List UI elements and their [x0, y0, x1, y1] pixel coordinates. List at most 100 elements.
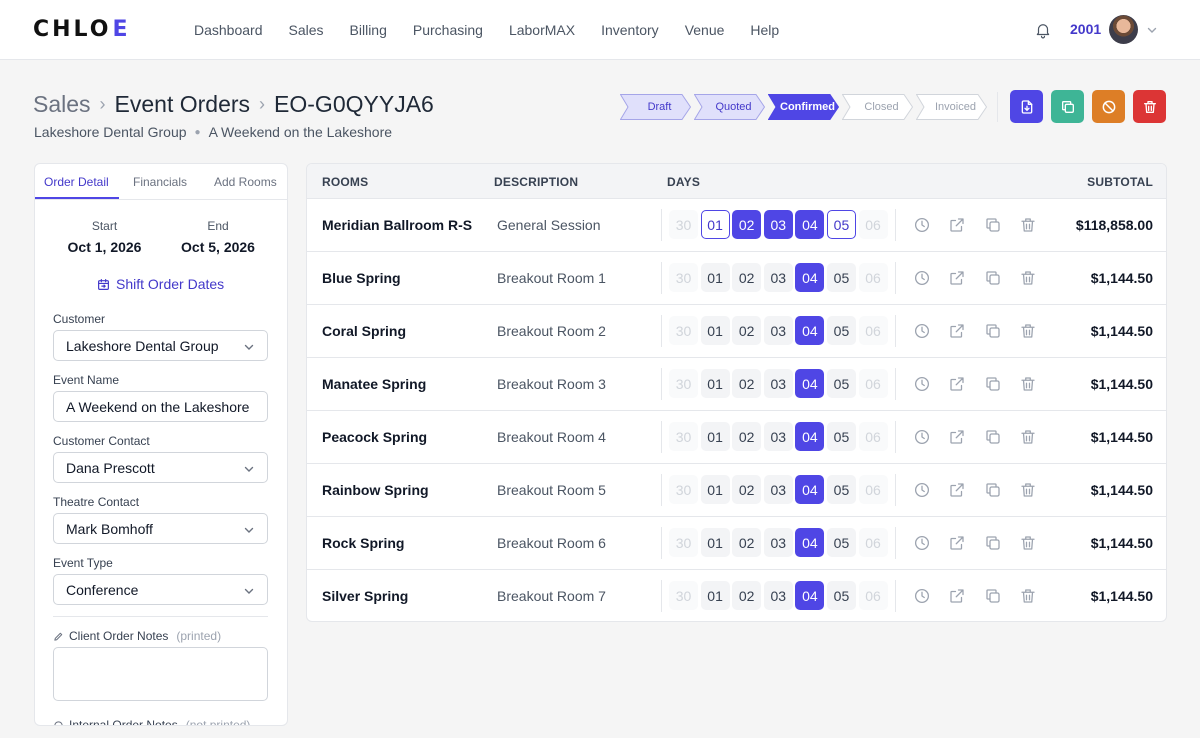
day-toggle[interactable]: 01 — [700, 422, 730, 451]
client-notes-textarea[interactable] — [53, 647, 268, 701]
day-toggle[interactable]: 30 — [669, 210, 698, 239]
event-type-select[interactable]: Conference — [53, 574, 268, 605]
day-toggle[interactable]: 02 — [732, 422, 762, 451]
day-toggle[interactable]: 02 — [732, 581, 762, 610]
external-link-icon[interactable] — [948, 587, 966, 605]
room-name[interactable]: Blue Spring — [322, 270, 401, 286]
day-toggle[interactable]: 30 — [669, 581, 698, 610]
nav-sales[interactable]: Sales — [289, 22, 324, 38]
status-step-quoted[interactable]: Quoted — [694, 94, 765, 120]
day-toggle[interactable]: 01 — [700, 528, 730, 557]
nav-labormax[interactable]: LaborMAX — [509, 22, 575, 38]
day-toggle[interactable]: 05 — [826, 528, 856, 557]
external-link-icon[interactable] — [948, 375, 966, 393]
customer-select[interactable]: Lakeshore Dental Group — [53, 330, 268, 361]
day-toggle[interactable]: 04 — [795, 528, 825, 557]
day-toggle[interactable]: 01 — [700, 369, 730, 398]
history-icon[interactable] — [913, 322, 931, 340]
bell-icon[interactable] — [1034, 21, 1052, 39]
day-toggle[interactable]: 06 — [858, 263, 888, 292]
copy-icon[interactable] — [984, 269, 1002, 287]
tab-financials[interactable]: Financials — [133, 175, 187, 189]
user-id[interactable]: 2001 — [1070, 21, 1101, 37]
day-toggle[interactable]: 01 — [700, 475, 730, 504]
history-icon[interactable] — [913, 587, 931, 605]
trash-icon[interactable] — [1019, 428, 1037, 446]
day-toggle[interactable]: 05 — [826, 210, 856, 239]
day-toggle[interactable]: 01 — [700, 316, 730, 345]
tab-add-rooms[interactable]: Add Rooms — [214, 175, 277, 189]
room-name[interactable]: Peacock Spring — [322, 429, 427, 445]
history-icon[interactable] — [913, 481, 931, 499]
room-name[interactable]: Rock Spring — [322, 535, 404, 551]
copy-icon[interactable] — [984, 534, 1002, 552]
nav-purchasing[interactable]: Purchasing — [413, 22, 483, 38]
day-toggle[interactable]: 05 — [826, 369, 856, 398]
nav-venue[interactable]: Venue — [685, 22, 725, 38]
room-name[interactable]: Manatee Spring — [322, 376, 426, 392]
external-link-icon[interactable] — [948, 216, 966, 234]
external-link-icon[interactable] — [948, 269, 966, 287]
nav-inventory[interactable]: Inventory — [601, 22, 659, 38]
shift-order-dates-button[interactable]: Shift Order Dates — [97, 276, 224, 292]
trash-icon[interactable] — [1019, 375, 1037, 393]
history-icon[interactable] — [913, 375, 931, 393]
day-toggle[interactable]: 05 — [826, 316, 856, 345]
day-toggle[interactable]: 30 — [669, 369, 698, 398]
day-toggle[interactable]: 04 — [795, 475, 825, 504]
chevron-down-icon[interactable] — [1146, 24, 1158, 36]
table-row[interactable]: Manatee Spring Breakout Room 3 30 01 02 03 04 0… — [307, 358, 1166, 411]
room-name[interactable]: Coral Spring — [322, 323, 406, 339]
breadcrumb-sales[interactable]: Sales — [33, 91, 91, 118]
day-toggle[interactable]: 03 — [763, 528, 793, 557]
day-toggle[interactable]: 03 — [763, 210, 793, 239]
room-name[interactable]: Silver Spring — [322, 588, 408, 604]
room-name[interactable]: Meridian Ballroom R-S — [322, 217, 472, 233]
day-toggle[interactable]: 04 — [795, 581, 825, 610]
day-toggle[interactable]: 03 — [763, 422, 793, 451]
chloe-logo[interactable]: CHLO E — [33, 19, 128, 41]
copy-icon[interactable] — [984, 481, 1002, 499]
delete-order-button[interactable] — [1133, 90, 1166, 123]
copy-icon[interactable] — [984, 587, 1002, 605]
day-toggle[interactable]: 02 — [732, 528, 762, 557]
status-step-confirmed[interactable]: Confirmed — [768, 94, 839, 120]
table-row[interactable]: Rainbow Spring Breakout Room 5 30 01 02 03 04 0… — [307, 464, 1166, 517]
status-step-invoiced[interactable]: Invoiced — [916, 94, 987, 120]
trash-icon[interactable] — [1019, 534, 1037, 552]
theatre-contact-select[interactable]: Mark Bomhoff — [53, 513, 268, 544]
nav-dashboard[interactable]: Dashboard — [194, 22, 263, 38]
day-toggle[interactable]: 05 — [826, 263, 856, 292]
external-link-icon[interactable] — [948, 481, 966, 499]
event-name-input[interactable]: A Weekend on the Lakeshore — [53, 391, 268, 422]
trash-icon[interactable] — [1019, 481, 1037, 499]
day-toggle[interactable]: 02 — [732, 263, 762, 292]
day-toggle[interactable]: 02 — [732, 369, 762, 398]
room-name[interactable]: Rainbow Spring — [322, 482, 429, 498]
day-toggle[interactable]: 30 — [669, 316, 698, 345]
nav-billing[interactable]: Billing — [350, 22, 387, 38]
table-row[interactable]: Rock Spring Breakout Room 6 30 01 02 03 04 05 06… — [307, 517, 1166, 570]
table-row[interactable]: Peacock Spring Breakout Room 4 30 01 02 03 04 0… — [307, 411, 1166, 464]
table-row[interactable]: Blue Spring Breakout Room 1 30 01 02 03 04 05 06… — [307, 252, 1166, 305]
day-toggle[interactable]: 03 — [763, 369, 793, 398]
copy-icon[interactable] — [984, 322, 1002, 340]
day-toggle[interactable]: 04 — [795, 263, 825, 292]
day-toggle[interactable]: 04 — [795, 422, 825, 451]
day-toggle[interactable]: 03 — [763, 263, 793, 292]
history-icon[interactable] — [913, 428, 931, 446]
day-toggle[interactable]: 06 — [858, 210, 888, 239]
day-toggle[interactable]: 02 — [732, 316, 762, 345]
history-icon[interactable] — [913, 269, 931, 287]
day-toggle[interactable]: 01 — [700, 581, 730, 610]
day-toggle[interactable]: 04 — [795, 369, 825, 398]
history-icon[interactable] — [913, 534, 931, 552]
export-button[interactable] — [1010, 90, 1043, 123]
day-toggle[interactable]: 04 — [795, 316, 825, 345]
status-step-draft[interactable]: Draft — [620, 94, 691, 120]
day-toggle[interactable]: 06 — [858, 528, 888, 557]
customer-contact-select[interactable]: Dana Prescott — [53, 452, 268, 483]
trash-icon[interactable] — [1019, 322, 1037, 340]
day-toggle[interactable]: 05 — [826, 422, 856, 451]
day-toggle[interactable]: 06 — [858, 316, 888, 345]
